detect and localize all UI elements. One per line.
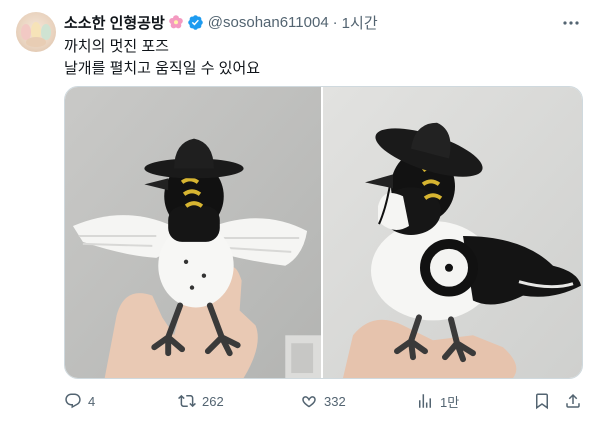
bookmark-icon [536,393,548,410]
media-grid [64,86,583,379]
action-bar: 4 262 332 1만 [64,389,586,413]
flower-icon [168,14,184,30]
views-icon [419,394,431,408]
tweet-text: 까치의 멋진 포즈 날개를 펼치고 움직일 수 있어요 [64,36,260,80]
share-icon [566,393,580,408]
share-button[interactable] [564,389,582,413]
tweet-text-line: 날개를 펼치고 움직일 수 있어요 [64,60,261,77]
media-photo-2[interactable] [323,87,582,378]
more-options-icon[interactable] [561,13,581,33]
avatar[interactable] [16,12,56,52]
tweet-text-line: 까치의 멋진 포즈 [64,38,169,55]
author-handle[interactable]: @sosohan611004 [208,14,329,31]
separator-dot: · [332,13,338,31]
repost-icon [178,394,196,408]
tweet-header: 소소한 인형공방 @sosohan611004 · 1시간 [64,12,378,32]
verified-badge-icon [187,14,204,31]
bookmark-button[interactable] [533,389,551,413]
repost-count: 262 [202,393,224,409]
media-photo-1[interactable] [65,87,323,378]
author-name[interactable]: 소소한 인형공방 [64,12,165,33]
like-button[interactable]: 332 [300,389,346,413]
repost-button[interactable]: 262 [178,389,224,413]
post-time[interactable]: 1시간 [342,12,378,33]
reply-count: 4 [88,393,96,409]
reply-button[interactable]: 4 [64,389,95,413]
tweet-article[interactable]: 소소한 인형공방 @sosohan611004 · 1시간 까치의 멋진 포즈 … [0,0,599,423]
like-count: 332 [324,393,346,409]
views-count: 1만 [440,394,460,410]
views-button[interactable]: 1만 [416,389,459,413]
reply-icon [65,393,81,409]
like-icon [302,396,316,408]
